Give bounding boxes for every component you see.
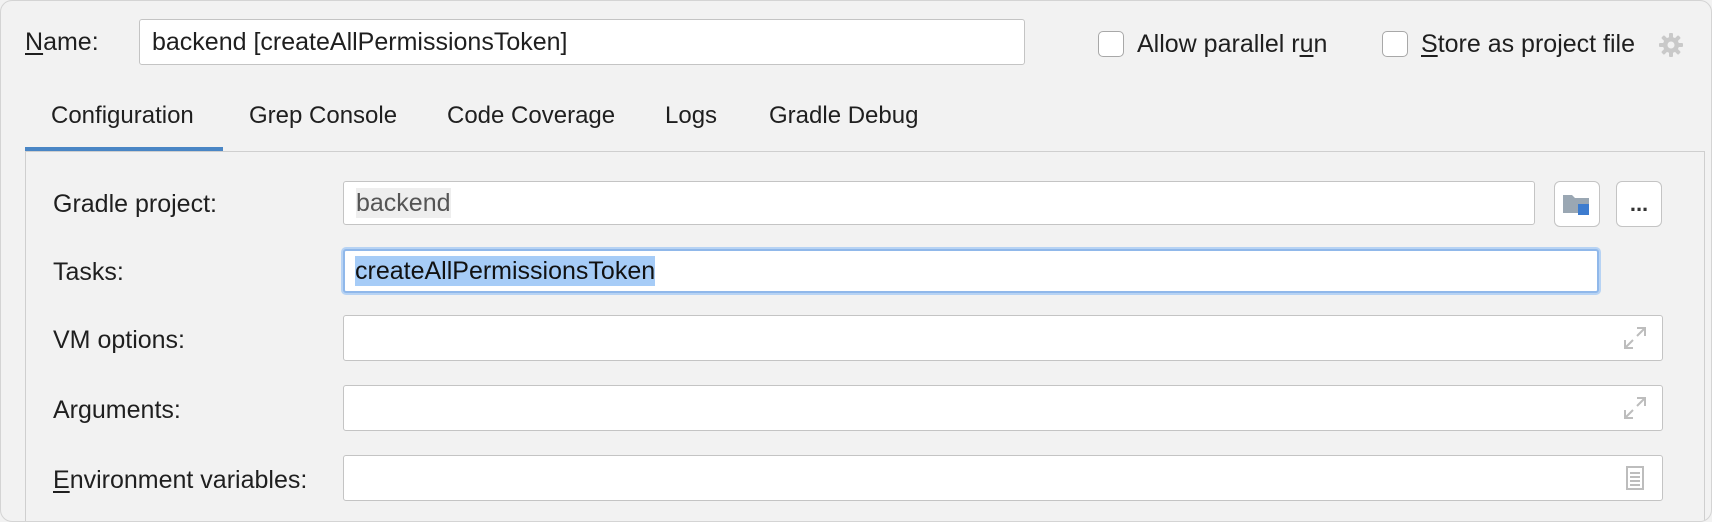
allow-parallel-label-a: Allow parallel r [1137,30,1300,58]
gradle-project-value: backend [356,188,451,218]
env-vars-input[interactable] [343,455,1663,501]
expand-icon[interactable] [1622,325,1648,351]
name-label: Name: [25,27,99,57]
gear-icon[interactable] [1657,31,1685,59]
expand-icon[interactable] [1622,395,1648,421]
env-vars-label: Environment variables: [53,465,307,495]
vm-options-label: VM options: [53,326,186,354]
tasks-input[interactable]: createAllPermissionsToken [343,249,1599,293]
name-label-rest: ame: [43,28,99,56]
vm-options-input[interactable] [343,315,1663,361]
select-project-button[interactable] [1554,181,1600,227]
document-icon[interactable] [1622,465,1648,491]
tab-configuration[interactable]: Configuration [51,101,194,131]
run-configuration-dialog: Name: backend [createAllPermissionsToken… [0,0,1712,522]
tasks-label: Tasks: [53,258,124,286]
store-project-checkbox[interactable] [1382,31,1408,57]
allow-parallel-label[interactable]: Allow parallel run [1137,29,1327,59]
tasks-value: createAllPermissionsToken [355,256,656,286]
tab-code-coverage[interactable]: Code Coverage [447,101,615,131]
allow-parallel-checkbox[interactable] [1098,31,1124,57]
name-input[interactable]: backend [createAllPermissionsToken] [139,19,1025,65]
tab-grep-console[interactable]: Grep Console [249,101,397,131]
store-project-label-rest: tore as project file [1437,30,1636,58]
name-label-mnemonic: N [25,28,44,56]
env-vars-label-mnemonic: E [53,466,70,494]
env-vars-label-rest: nvironment variables: [69,466,308,494]
gradle-project-field[interactable]: backend [343,181,1535,225]
store-project-label[interactable]: Store as project file [1421,29,1635,59]
tab-gradle-debug[interactable]: Gradle Debug [769,101,918,131]
gradle-project-label: Gradle project: [53,190,217,218]
browse-button[interactable]: ... [1616,181,1662,227]
allow-parallel-label-mnemonic: u [1299,30,1314,58]
store-project-label-mnemonic: S [1421,30,1438,58]
folder-icon [1563,195,1589,215]
arguments-label: Arguments: [53,396,181,424]
name-input-value: backend [createAllPermissionsToken] [152,28,568,56]
allow-parallel-label-b: n [1313,30,1328,58]
arguments-input[interactable] [343,385,1663,431]
tab-logs[interactable]: Logs [665,101,717,131]
